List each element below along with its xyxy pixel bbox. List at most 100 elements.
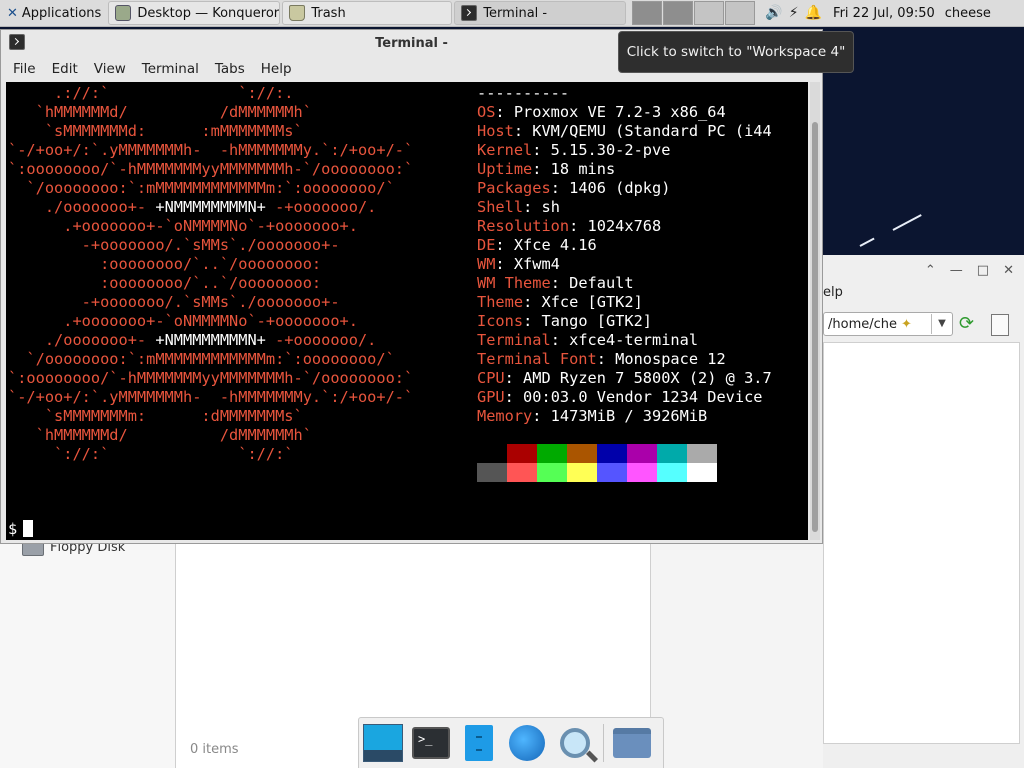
info-value: : 5.15.30-2-pve [532, 141, 671, 159]
terminal-icon: >_ [412, 727, 450, 759]
info-key: Memory [477, 407, 533, 425]
xfce-logo-icon: ✕ [7, 5, 18, 21]
minimize-button[interactable]: — [950, 263, 963, 278]
info-row: OS: Proxmox VE 7.2-3 x86_64 [477, 103, 726, 121]
color-swatch [477, 463, 507, 482]
info-key: DE [477, 236, 496, 254]
dock-app-finder[interactable] [555, 723, 595, 763]
info-key: Terminal Font [477, 350, 597, 368]
info-key: Host [477, 122, 514, 140]
info-value: : 1406 (dpkg) [550, 179, 671, 197]
info-key: Theme [477, 293, 524, 311]
info-row: Terminal: xfce4-terminal [477, 331, 698, 349]
info-value: : sh [523, 198, 560, 216]
web-browser-icon [509, 725, 545, 761]
reload-icon[interactable]: ⟳ [959, 313, 974, 334]
battery-icon[interactable]: ⚡ [789, 5, 799, 21]
trash-icon [289, 5, 306, 21]
workspace-4[interactable] [725, 1, 756, 25]
dock-terminal[interactable]: >_ [411, 723, 451, 763]
color-swatch [507, 444, 537, 463]
maximize-button[interactable]: □ [977, 263, 989, 278]
info-key: WM Theme [477, 274, 551, 292]
workspace-2[interactable] [663, 1, 694, 25]
color-swatch [657, 463, 687, 482]
menu-help[interactable]: Help [253, 61, 300, 77]
workspace-tooltip: Click to switch to "Workspace 4" [618, 31, 854, 73]
item-count-status: 0 items [190, 742, 239, 757]
color-swatch [627, 444, 657, 463]
info-row: Uptime: 18 mins [477, 160, 615, 178]
dock-web-browser[interactable] [507, 723, 547, 763]
file-cabinet-icon [465, 725, 493, 761]
info-row: Kernel: 5.15.30-2-pve [477, 141, 670, 159]
info-value: : Monospace 12 [596, 350, 726, 368]
document-icon[interactable] [991, 314, 1009, 336]
chevron-up-icon[interactable]: ⌃ [925, 263, 936, 278]
location-path: /home/che [828, 316, 897, 332]
info-key: Packages [477, 179, 551, 197]
clear-location-icon[interactable]: ✦ [901, 317, 912, 332]
menu-tabs[interactable]: Tabs [207, 61, 253, 77]
info-value: : KVM/QEMU (Standard PC (i44 [513, 122, 772, 140]
info-value: : Default [550, 274, 634, 292]
konqueror-window: ⌃ — □ ✕ elp /home/che ✦ ▼ ⟳ [823, 255, 1024, 768]
info-value: : Tango [GTK2] [523, 312, 652, 330]
menu-edit[interactable]: Edit [44, 61, 86, 77]
close-button[interactable]: ✕ [1003, 263, 1014, 278]
task-label: Desktop — Konqueror [137, 5, 280, 21]
info-key: Shell [477, 198, 524, 216]
clock[interactable]: Fri 22 Jul, 09:50 [826, 1, 942, 25]
menu-file[interactable]: File [5, 61, 44, 77]
shell-prompt[interactable]: $ [8, 520, 34, 539]
info-row: Host: KVM/QEMU (Standard PC (i44 [477, 122, 772, 140]
prompt-symbol: $ [8, 520, 18, 538]
task-label: Terminal - [483, 5, 548, 21]
color-swatch [597, 463, 627, 482]
task-konqueror[interactable]: Desktop — Konqueror [108, 1, 281, 25]
info-value: : 00:03.0 Vendor 1234 Device [504, 388, 763, 406]
info-key: Terminal [477, 331, 551, 349]
scrollbar-thumb[interactable] [812, 122, 818, 532]
info-separator: ---------- [477, 84, 570, 102]
task-trash[interactable]: Trash [282, 1, 453, 25]
info-row: Memory: 1473MiB / 3926MiB [477, 407, 707, 425]
info-row: GPU: 00:03.0 Vendor 1234 Device [477, 388, 763, 406]
info-value: : 1473MiB / 3926MiB [532, 407, 708, 425]
task-terminal[interactable]: Terminal - [454, 1, 627, 25]
dock-show-desktop[interactable] [363, 723, 403, 763]
dock-file-manager[interactable] [459, 723, 499, 763]
location-dropdown-button[interactable]: ▼ [931, 314, 952, 334]
color-palette-dark [477, 444, 717, 463]
workspace-3[interactable] [694, 1, 725, 25]
user-menu[interactable]: cheese [942, 1, 994, 25]
info-key: Resolution [477, 217, 570, 235]
konqueror-icon [115, 5, 132, 21]
info-key: GPU [477, 388, 505, 406]
menu-terminal[interactable]: Terminal [134, 61, 207, 77]
desktop-streak [892, 214, 922, 231]
konqueror-view[interactable] [823, 342, 1020, 744]
info-value: : xfce4-terminal [550, 331, 699, 349]
terminal-output[interactable]: .://:` `://:. `hMMMMMMd/ /dMMMMMMh` `sMM… [6, 82, 808, 540]
workspace-1[interactable] [632, 1, 663, 25]
info-row: WM Theme: Default [477, 274, 634, 292]
notification-bell-icon[interactable]: 🔔 [805, 5, 822, 21]
terminal-scrollbar[interactable] [810, 82, 820, 540]
desktop-streak [859, 237, 875, 247]
applications-menu[interactable]: ✕ Applications [0, 1, 108, 25]
search-icon [560, 728, 590, 758]
volume-icon[interactable]: 🔊 [765, 5, 782, 21]
menu-view[interactable]: View [86, 61, 134, 77]
menu-item-help[interactable]: elp [823, 285, 843, 300]
applications-label: Applications [21, 5, 102, 21]
terminal-icon [9, 34, 25, 50]
info-key: OS [477, 103, 496, 121]
info-value: : 1024x768 [569, 217, 662, 235]
terminal-window: Terminal - File Edit View Terminal Tabs … [0, 29, 823, 544]
info-value: : Xfwm4 [495, 255, 560, 273]
dock-home-folder[interactable] [612, 723, 652, 763]
window-title: Terminal - [375, 35, 448, 51]
info-key: Kernel [477, 141, 533, 159]
color-swatch [567, 444, 597, 463]
